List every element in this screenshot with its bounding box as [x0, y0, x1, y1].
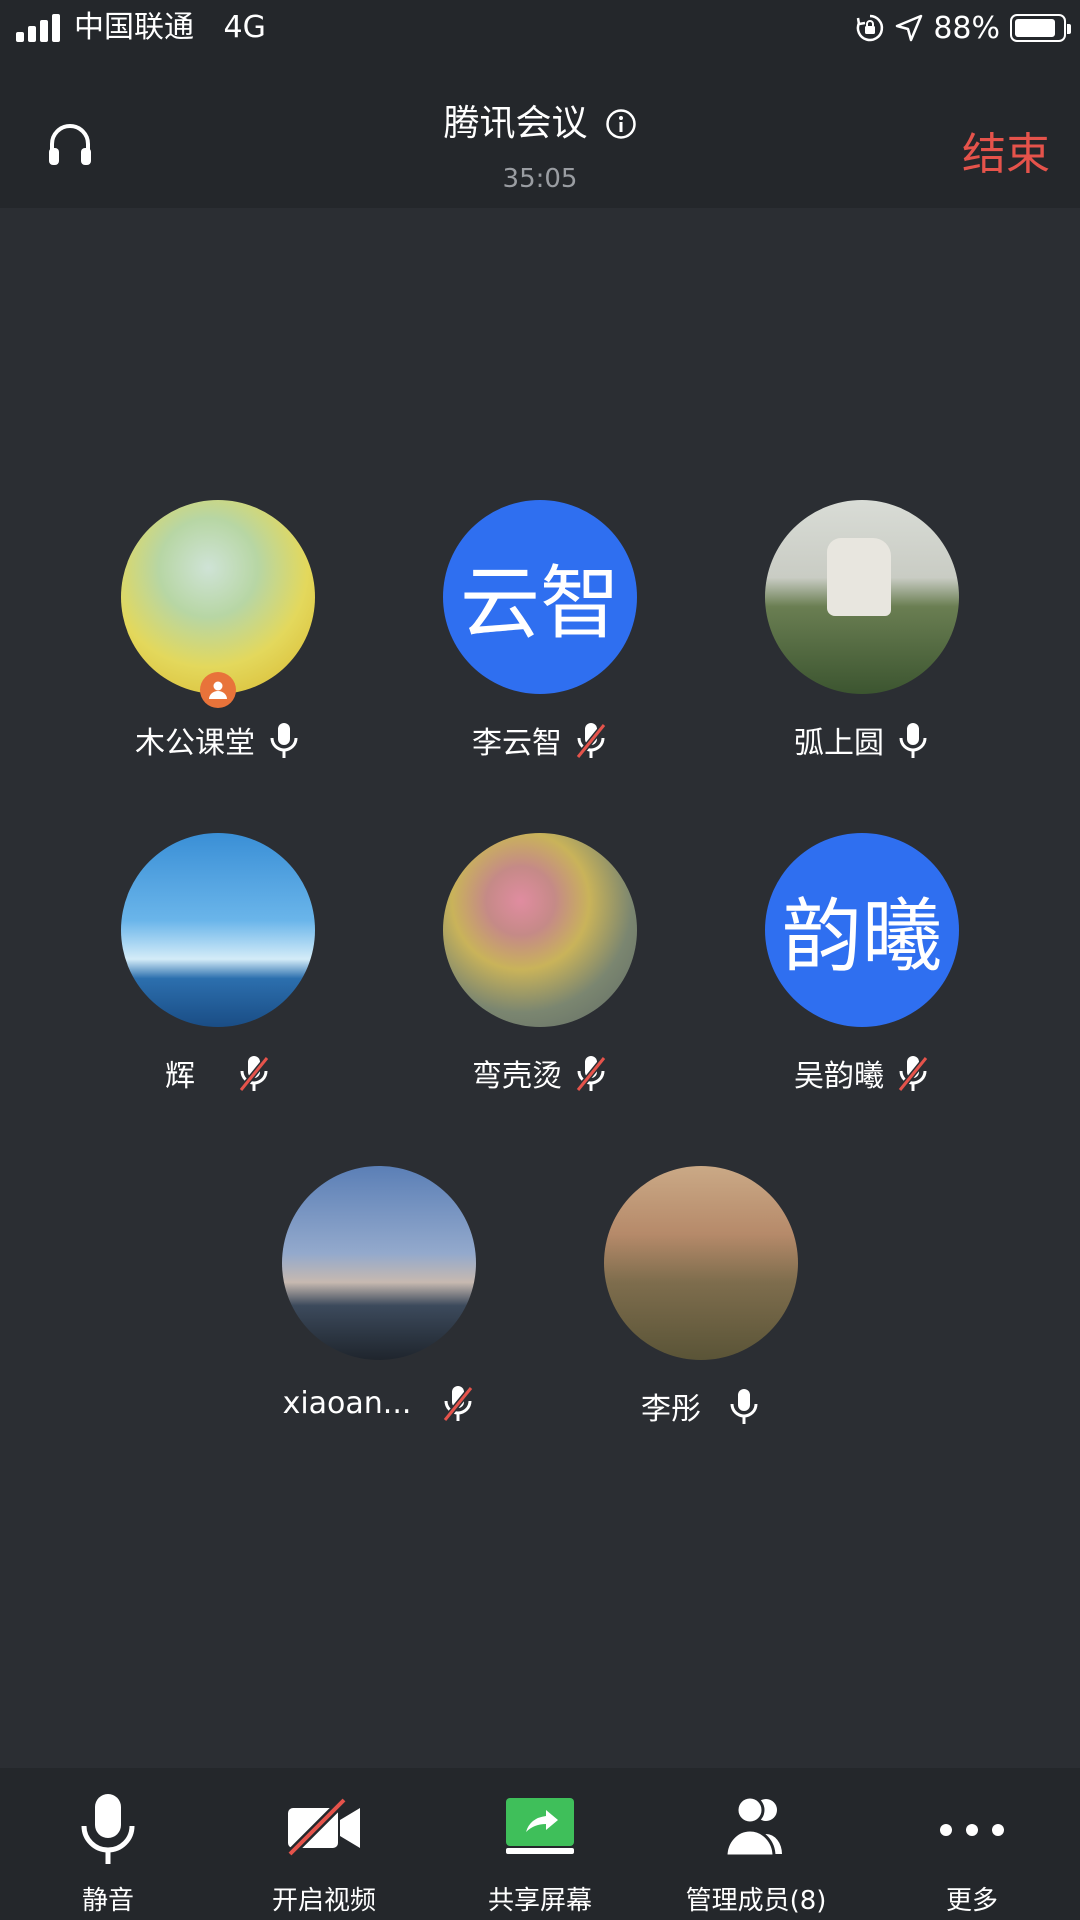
- signal-icon: [16, 14, 64, 42]
- participant-name-row: xiaoan...: [279, 1384, 479, 1422]
- participant-tile[interactable]: 韵曦 吴韵曦: [762, 833, 962, 1094]
- participant-name: 吴韵曦: [794, 1059, 884, 1094]
- participant-tile[interactable]: 云智 李云智: [440, 500, 640, 761]
- mic-muted-icon: [443, 1386, 474, 1422]
- status-right: 88%: [855, 8, 1071, 48]
- avatar: [282, 1166, 476, 1360]
- avatar: [121, 500, 315, 694]
- microphone-icon: [81, 1794, 135, 1864]
- avatar: 韵曦: [765, 833, 959, 1027]
- meeting-title: 腾讯会议: [443, 103, 588, 144]
- participant-tile[interactable]: 木公课堂: [118, 500, 318, 761]
- host-badge-icon: [200, 672, 236, 708]
- members-icon: [724, 1795, 782, 1858]
- mic-muted-icon: [238, 1056, 270, 1092]
- participant-name-row: 李彤: [601, 1384, 801, 1428]
- members-label: 管理成员(8): [685, 1886, 827, 1916]
- carrier-info: 中国联通 4G: [74, 8, 266, 48]
- participant-name: 弧上圆: [794, 726, 884, 761]
- mic-on-icon: [730, 1389, 758, 1424]
- participant-name-row: 李云智: [440, 718, 640, 762]
- start-video-button[interactable]: 开启视频: [216, 1768, 432, 1920]
- participant-name-row: 木公课堂: [118, 718, 318, 762]
- mute-button[interactable]: 静音: [0, 1768, 216, 1920]
- participant-tile[interactable]: 弯壳烫: [440, 833, 640, 1094]
- mic-muted-icon: [897, 1056, 929, 1092]
- share-screen-icon: [506, 1798, 574, 1854]
- participant-name: xiaoan...: [282, 1385, 412, 1421]
- participant-name-row: 辉: [118, 1051, 318, 1095]
- more-button[interactable]: 更多: [864, 1768, 1080, 1920]
- avatar: 云智: [443, 500, 637, 694]
- participant-name-row: 吴韵曦: [762, 1051, 962, 1095]
- avatar: [443, 833, 637, 1027]
- battery-percent: 88%: [933, 10, 1000, 46]
- avatar: [121, 833, 315, 1027]
- battery-icon: [1010, 14, 1071, 42]
- info-icon[interactable]: [605, 108, 637, 140]
- title-wrap: 腾讯会议: [0, 102, 1080, 146]
- end-meeting-button[interactable]: 结束: [962, 118, 1050, 182]
- participant-name: 李云智: [472, 726, 562, 761]
- participant-name: 李彤: [641, 1392, 701, 1427]
- participant-tile[interactable]: xiaoan...: [279, 1166, 479, 1422]
- avatar: [765, 500, 959, 694]
- location-icon: [896, 14, 923, 42]
- avatar: [604, 1166, 798, 1360]
- participant-name: 木公课堂: [135, 726, 255, 761]
- carrier-name: 中国联通: [74, 10, 194, 45]
- participant-tile[interactable]: 李彤: [601, 1166, 801, 1427]
- rotation-lock-icon: [856, 14, 884, 42]
- mic-muted-icon: [575, 723, 607, 759]
- video-off-icon: [286, 1796, 360, 1858]
- meeting-timer: 35:05: [502, 164, 578, 194]
- network-type: 4G: [223, 10, 266, 45]
- participant-tile[interactable]: 辉: [118, 833, 318, 1094]
- share-label: 共享屏幕: [487, 1886, 592, 1916]
- mute-label: 静音: [81, 1886, 134, 1916]
- participant-name: 弯壳烫: [472, 1059, 562, 1094]
- status-bar: 中国联通 4G 88%: [0, 0, 1080, 56]
- more-dots-icon: [940, 1824, 1004, 1836]
- bottom-toolbar: 静音 开启视频 共享屏幕 管理成员(8) 更多: [0, 1768, 1080, 1920]
- participant-name: 辉: [165, 1059, 195, 1094]
- share-screen-button[interactable]: 共享屏幕: [432, 1768, 648, 1920]
- participant-name-row: 弯壳烫: [440, 1051, 640, 1095]
- video-label: 开启视频: [271, 1886, 376, 1916]
- meeting-header: 腾讯会议 35:05 结束: [0, 56, 1080, 208]
- more-label: 更多: [945, 1886, 998, 1916]
- participant-name-row: 弧上圆: [762, 718, 962, 762]
- mic-on-icon: [899, 723, 927, 758]
- participant-tile[interactable]: 弧上圆: [762, 500, 962, 761]
- mic-muted-icon: [575, 1056, 607, 1092]
- manage-members-button[interactable]: 管理成员(8): [648, 1768, 864, 1920]
- mic-on-icon: [270, 723, 298, 758]
